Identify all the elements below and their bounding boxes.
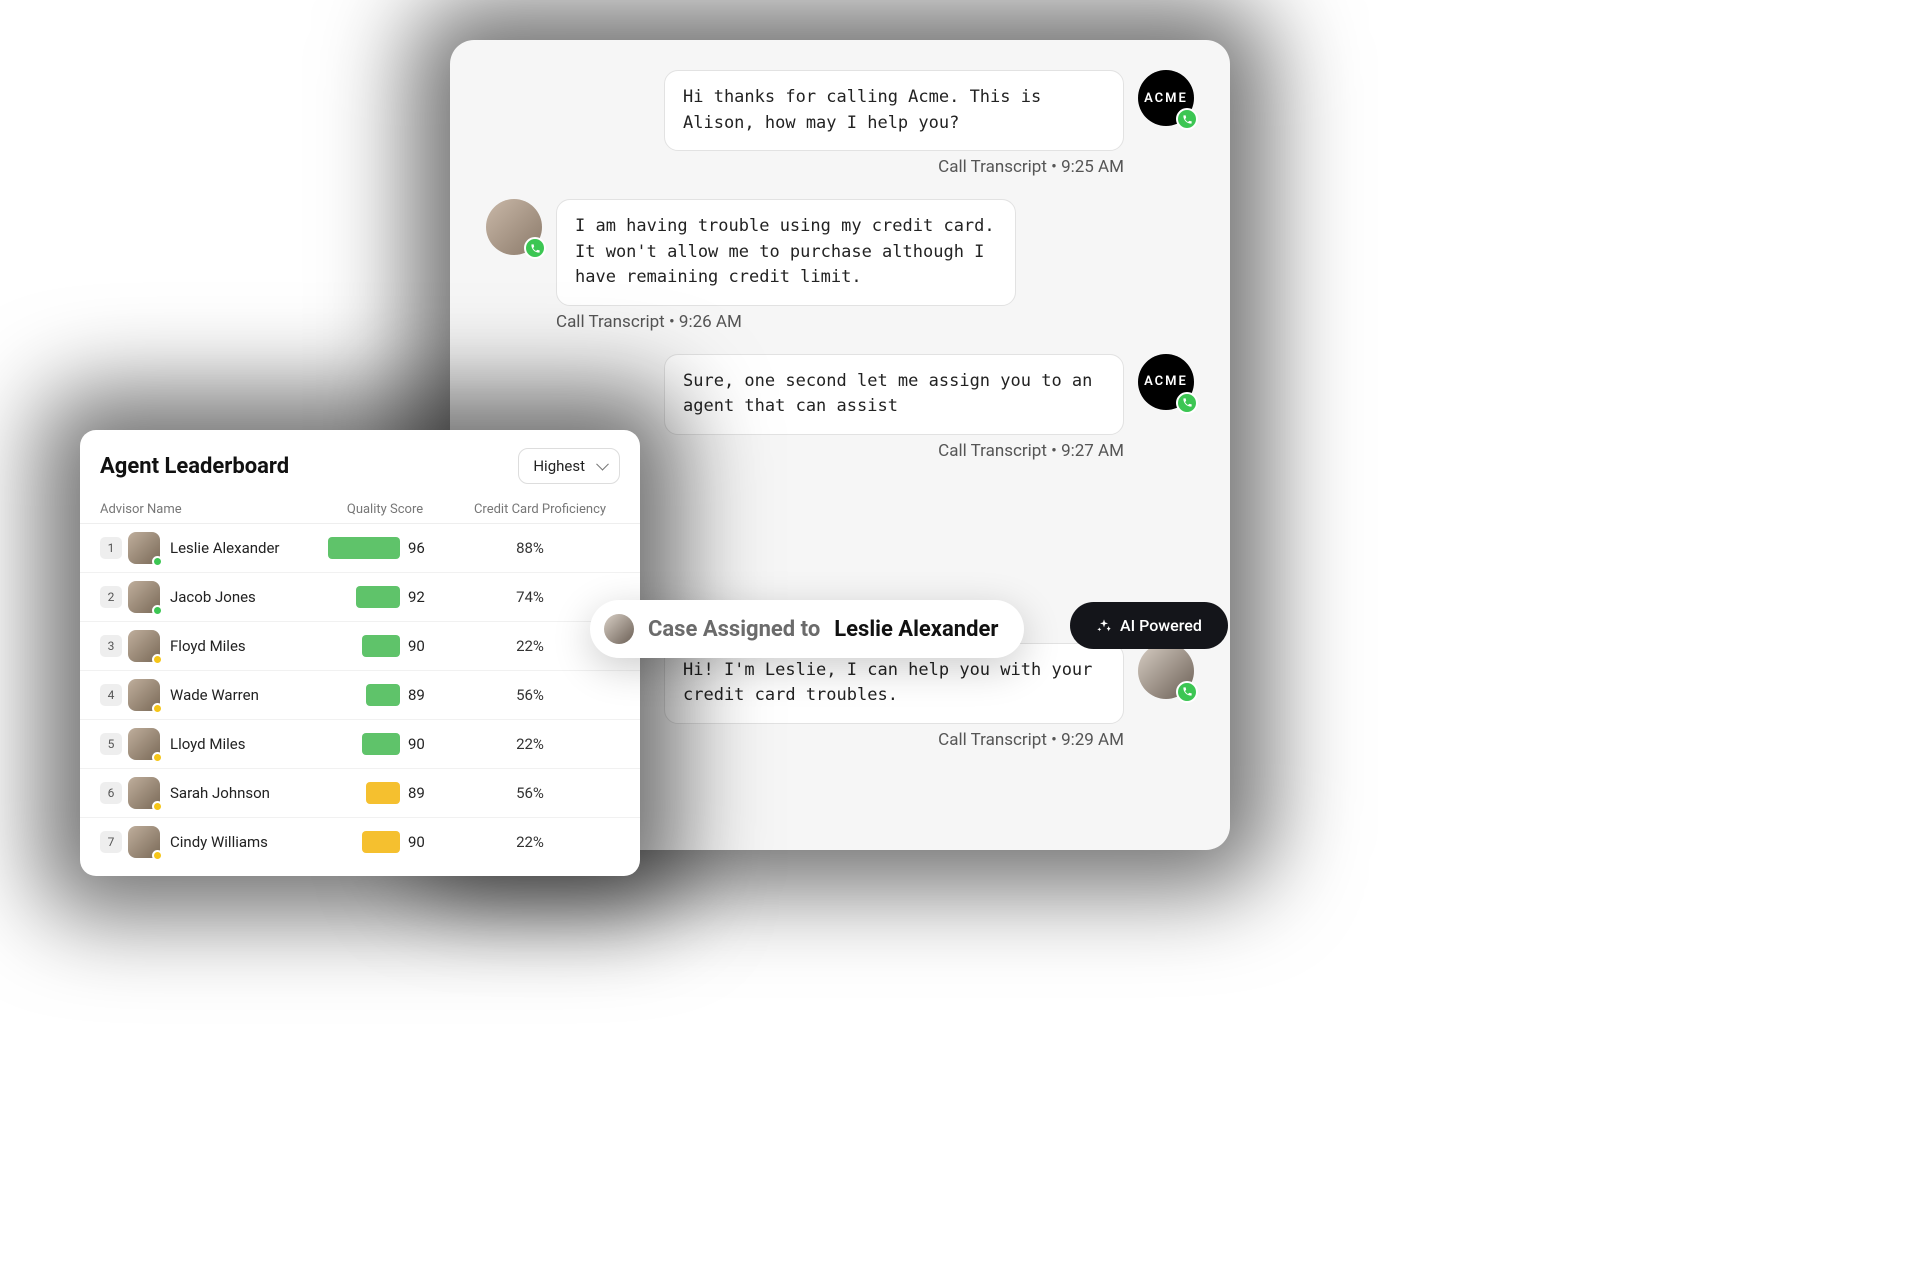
sort-select[interactable]: Highest — [518, 448, 620, 484]
advisor-name: Wade Warren — [170, 686, 310, 704]
advisor-avatar — [128, 581, 160, 613]
leaderboard-row[interactable]: 2 Jacob Jones 9274% — [80, 573, 640, 622]
advisor-avatar — [128, 728, 160, 760]
advisor-name: Lloyd Miles — [170, 735, 310, 753]
advisor-name: Sarah Johnson — [170, 784, 310, 802]
proficiency-value: 74% — [440, 588, 620, 606]
quality-score: 92 — [400, 588, 440, 606]
leaderboard-row[interactable]: 1 Leslie Alexander 9688% — [80, 524, 640, 573]
avatar-agent-leslie — [1138, 643, 1194, 699]
advisor-avatar — [128, 630, 160, 662]
chat-bubble: Hi thanks for calling Acme. This is Alis… — [664, 70, 1124, 151]
advisor-name: Leslie Alexander — [170, 539, 310, 557]
leaderboard-row[interactable]: 6 Sarah Johnson 8956% — [80, 769, 640, 818]
acme-label: ACME — [1144, 91, 1188, 106]
acme-label: ACME — [1144, 374, 1188, 389]
quality-score: 89 — [400, 784, 440, 802]
quality-bar — [366, 684, 400, 706]
advisor-avatar — [128, 532, 160, 564]
rank-badge: 4 — [100, 684, 122, 706]
rank-badge: 3 — [100, 635, 122, 657]
rank-badge: 6 — [100, 782, 122, 804]
case-assignee: Leslie Alexander — [834, 617, 998, 642]
col-proficiency: Credit Card Proficiency — [460, 502, 620, 517]
rank-badge: 2 — [100, 586, 122, 608]
quality-bar — [366, 782, 400, 804]
status-dot — [152, 654, 163, 665]
leaderboard-row[interactable]: 7 Cindy Williams 9022% — [80, 818, 640, 866]
ai-label: AI Powered — [1120, 616, 1202, 635]
phone-icon — [1176, 681, 1198, 703]
chat-meta: Call Transcript • 9:25 AM — [486, 157, 1194, 177]
status-dot — [152, 801, 163, 812]
quality-bar — [362, 635, 400, 657]
avatar-mini — [604, 614, 634, 644]
case-prefix: Case Assigned to — [648, 617, 820, 642]
quality-bar — [362, 733, 400, 755]
phone-icon — [1176, 392, 1198, 414]
proficiency-value: 56% — [440, 784, 620, 802]
phone-icon — [1176, 108, 1198, 130]
leaderboard-title: Agent Leaderboard — [100, 454, 289, 479]
proficiency-value: 22% — [440, 735, 620, 753]
sparkle-icon — [1096, 618, 1112, 634]
chat-meta: Call Transcript • 9:26 AM — [486, 312, 1194, 332]
advisor-avatar — [128, 826, 160, 858]
advisor-avatar — [128, 679, 160, 711]
quality-bar — [362, 831, 400, 853]
avatar-customer — [486, 199, 542, 255]
rank-badge: 1 — [100, 537, 122, 559]
rank-badge: 5 — [100, 733, 122, 755]
chat-bubble: I am having trouble using my credit card… — [556, 199, 1016, 306]
status-dot — [152, 605, 163, 616]
avatar-acme: ACME — [1138, 70, 1194, 126]
leaderboard-row[interactable]: 3Floyd Miles9022% — [80, 622, 640, 671]
quality-score: 90 — [400, 637, 440, 655]
quality-score: 90 — [400, 833, 440, 851]
proficiency-value: 22% — [440, 833, 620, 851]
case-assigned-pill: Case Assigned to Leslie Alexander — [590, 600, 1024, 658]
avatar-acme: ACME — [1138, 354, 1194, 410]
advisor-name: Cindy Williams — [170, 833, 310, 851]
status-dot — [152, 556, 163, 567]
status-dot — [152, 703, 163, 714]
proficiency-value: 88% — [440, 539, 620, 557]
status-dot — [152, 850, 163, 861]
ai-powered-badge: AI Powered — [1070, 602, 1228, 649]
advisor-name: Floyd Miles — [170, 637, 310, 655]
leaderboard-columns: Advisor Name Quality Score Credit Card P… — [80, 496, 640, 524]
advisor-name: Jacob Jones — [170, 588, 310, 606]
leaderboard-row[interactable]: 5 Lloyd Miles 9022% — [80, 720, 640, 769]
col-quality: Quality Score — [310, 502, 460, 517]
chat-message: I am having trouble using my credit card… — [486, 199, 1194, 306]
rank-badge: 7 — [100, 831, 122, 853]
chat-message: Sure, one second let me assign you to an… — [486, 354, 1194, 435]
quality-score: 96 — [400, 539, 440, 557]
quality-bar — [328, 537, 400, 559]
col-advisor: Advisor Name — [100, 502, 310, 517]
advisor-avatar — [128, 777, 160, 809]
status-dot — [152, 752, 163, 763]
quality-bar — [356, 586, 400, 608]
phone-icon — [524, 237, 546, 259]
proficiency-value: 56% — [440, 686, 620, 704]
quality-score: 89 — [400, 686, 440, 704]
chat-bubble: Sure, one second let me assign you to an… — [664, 354, 1124, 435]
chat-message: Hi thanks for calling Acme. This is Alis… — [486, 70, 1194, 151]
leaderboard-panel: Agent Leaderboard Highest Advisor Name Q… — [80, 430, 640, 876]
leaderboard-row[interactable]: 4 Wade Warren 8956% — [80, 671, 640, 720]
quality-score: 90 — [400, 735, 440, 753]
